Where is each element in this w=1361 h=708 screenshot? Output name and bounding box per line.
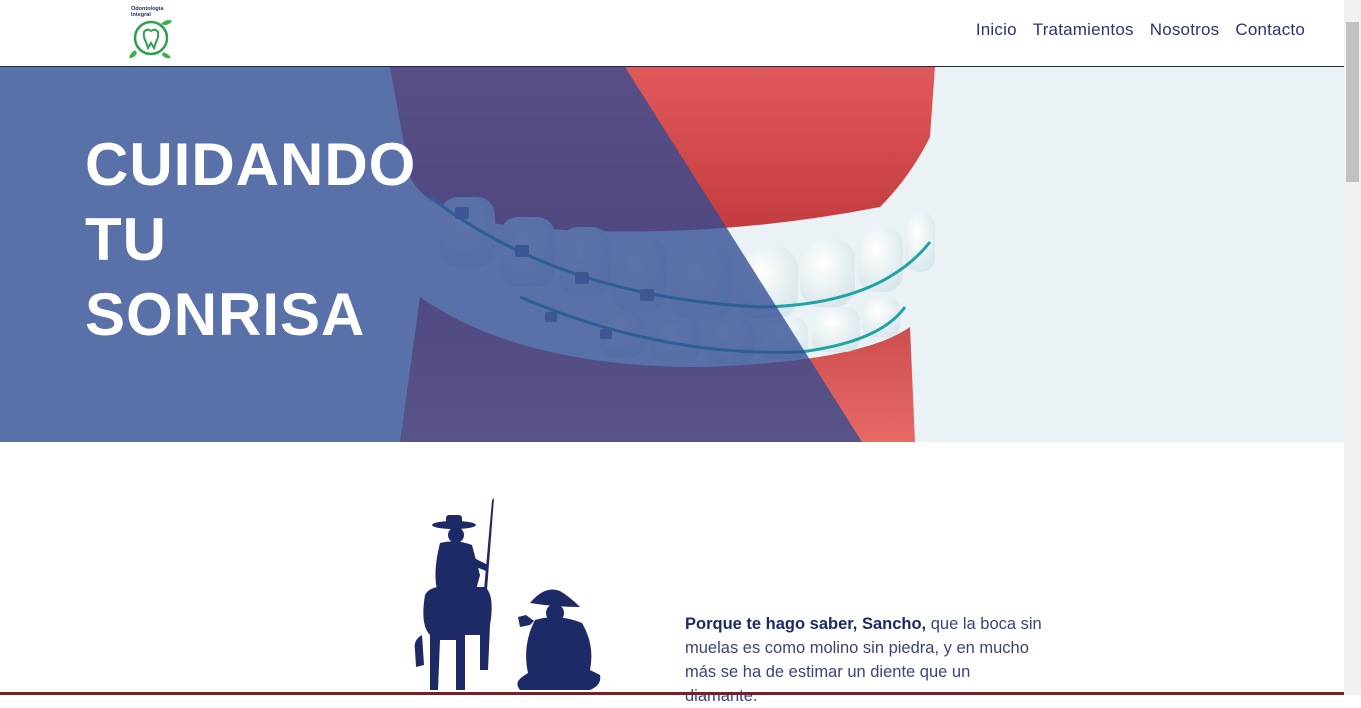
nav-nosotros[interactable]: Nosotros bbox=[1150, 20, 1220, 40]
nav-tratamientos[interactable]: Tratamientos bbox=[1033, 20, 1134, 40]
nav-contacto[interactable]: Contacto bbox=[1235, 20, 1305, 40]
hero-title-line-1: CUIDANDO bbox=[85, 131, 417, 198]
hero-title-line-2: TU bbox=[85, 206, 167, 273]
quixote-sancho-silhouette bbox=[414, 498, 601, 690]
quote-lead: Porque te hago saber, Sancho, bbox=[685, 615, 927, 633]
tooth-leaf-icon bbox=[129, 20, 172, 59]
logo[interactable]: Odontología Integral bbox=[127, 6, 175, 60]
site-header: Odontología Integral Inicio Tratamientos… bbox=[0, 0, 1344, 67]
hero-banner: CUIDANDO TU SONRISA bbox=[0, 67, 1344, 442]
hero-title-line-3: SONRISA bbox=[85, 281, 366, 348]
scrollbar-thumb[interactable] bbox=[1346, 22, 1359, 182]
page-scrollbar[interactable] bbox=[1344, 0, 1361, 695]
nav-inicio[interactable]: Inicio bbox=[976, 20, 1017, 40]
hero-title: CUIDANDO TU SONRISA bbox=[85, 127, 416, 352]
main-nav: Inicio Tratamientos Nosotros Contacto bbox=[976, 20, 1305, 40]
